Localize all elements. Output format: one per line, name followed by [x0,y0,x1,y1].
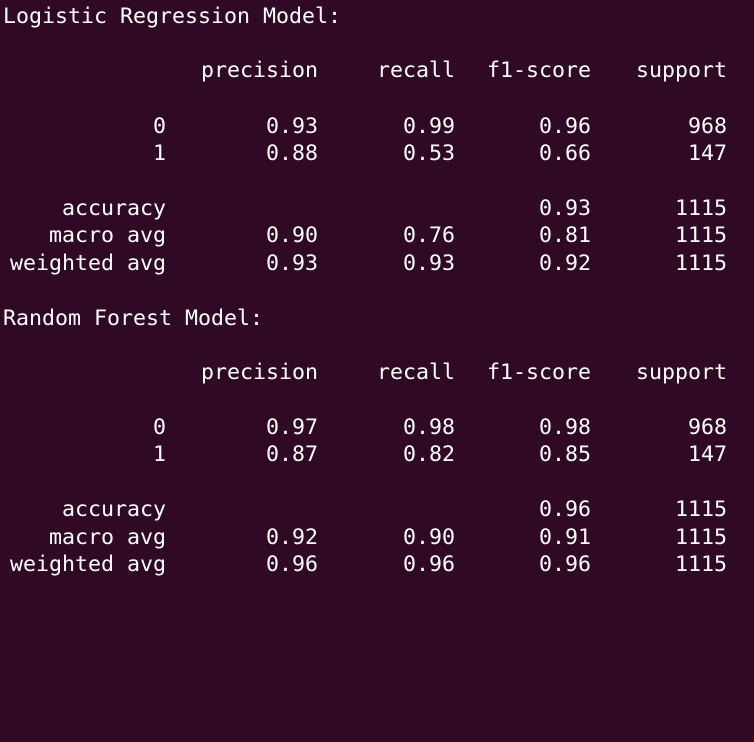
header-recall: recall [376,360,455,385]
precision-value: 0.93 [265,251,318,276]
row-label: weighted avg [9,251,166,276]
summary-row: macro avg 0.92 0.90 0.91 1115 [3,524,754,551]
row-label: macro avg [48,223,166,248]
precision-value: 0.90 [265,223,318,248]
recall-value: 0.96 [402,552,455,577]
header-f1-score: f1-score [486,360,591,385]
recall-value: 0.76 [402,223,455,248]
row-label: 0 [152,114,166,139]
report-header-row: precision recall f1-score support [3,359,754,386]
precision-value: 0.87 [265,442,318,467]
row-label: 0 [152,415,166,440]
summary-row: weighted avg 0.93 0.93 0.92 1115 [3,250,754,277]
precision-value: 0.96 [265,552,318,577]
support-value: 1115 [674,497,727,522]
summary-row: accuracy 0.96 1115 [3,496,754,523]
report-title-logistic: Logistic Regression Model: [3,4,342,29]
table-row: 0 0.97 0.98 0.98 968 [3,414,754,441]
precision-value: 0.93 [265,114,318,139]
header-precision: precision [200,360,318,385]
header-support: support [635,360,727,385]
row-label: accuracy [61,196,166,221]
precision-value: 0.92 [265,525,318,550]
f1-value: 0.81 [538,223,591,248]
table-row: 1 0.87 0.82 0.85 147 [3,441,754,468]
recall-value: 0.90 [402,525,455,550]
table-row: 1 0.88 0.53 0.66 147 [3,140,754,167]
support-value: 1115 [674,552,727,577]
row-label: weighted avg [9,552,166,577]
support-value: 968 [687,415,727,440]
support-value: 968 [687,114,727,139]
row-label: 1 [152,442,166,467]
precision-value: 0.88 [265,141,318,166]
f1-value: 0.85 [538,442,591,467]
support-value: 147 [687,141,727,166]
recall-value: 0.98 [402,415,455,440]
f1-value: 0.66 [538,141,591,166]
f1-value: 0.91 [538,525,591,550]
row-label: 1 [152,141,166,166]
table-row: 0 0.93 0.99 0.96 968 [3,113,754,140]
f1-value: 0.98 [538,415,591,440]
f1-value: 0.96 [538,114,591,139]
header-support: support [635,58,727,83]
support-value: 1115 [674,525,727,550]
row-label: macro avg [48,525,166,550]
summary-row: accuracy 0.93 1115 [3,195,754,222]
report-header-row: precision recall f1-score support [3,57,754,84]
f1-value: 0.96 [538,552,591,577]
recall-value: 0.82 [402,442,455,467]
recall-value: 0.99 [402,114,455,139]
precision-value: 0.97 [265,415,318,440]
report-title-random-forest: Random Forest Model: [3,306,264,331]
summary-row: macro avg 0.90 0.76 0.81 1115 [3,222,754,249]
row-label: accuracy [61,497,166,522]
terminal-window[interactable]: Logistic Regression Model: precision rec… [0,0,754,592]
recall-value: 0.53 [402,141,455,166]
f1-value: 0.93 [538,196,591,221]
header-f1-score: f1-score [486,58,591,83]
f1-value: 0.92 [538,251,591,276]
support-value: 1115 [674,223,727,248]
summary-row: weighted avg 0.96 0.96 0.96 1115 [3,551,754,578]
support-value: 1115 [674,196,727,221]
support-value: 147 [687,442,727,467]
support-value: 1115 [674,251,727,276]
header-precision: precision [200,58,318,83]
header-recall: recall [376,58,455,83]
recall-value: 0.93 [402,251,455,276]
f1-value: 0.96 [538,497,591,522]
